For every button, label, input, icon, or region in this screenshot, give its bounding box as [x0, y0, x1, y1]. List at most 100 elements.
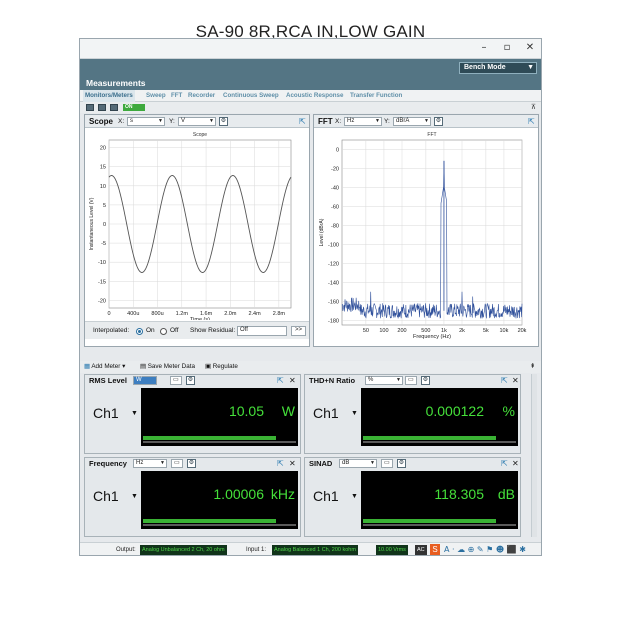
- tab-continuous-sweep[interactable]: Continuous Sweep: [223, 90, 279, 102]
- scope-x-unit-select[interactable]: s ▼: [127, 117, 165, 126]
- meter-popout-icon[interactable]: ⇱: [277, 375, 284, 386]
- scope-settings-icon[interactable]: ⚙: [219, 117, 228, 126]
- layout-single-icon[interactable]: [86, 104, 94, 111]
- meter-close-icon[interactable]: ✕: [289, 458, 296, 469]
- tab-acoustic-response[interactable]: Acoustic Response: [286, 90, 343, 102]
- tab-recorder[interactable]: Recorder: [188, 90, 215, 102]
- minimize-button[interactable]: –: [475, 41, 493, 55]
- x-tick-label: 5k: [483, 328, 489, 334]
- meter-popout-icon[interactable]: ⇱: [501, 375, 508, 386]
- add-meter-button[interactable]: ▦ Add Meter ▾: [84, 361, 125, 373]
- interpolated-off-radio[interactable]: [160, 328, 167, 335]
- show-residual-value: Off: [240, 327, 248, 333]
- collapse-icon[interactable]: ⊼: [531, 103, 536, 111]
- y-tick-label: -160: [328, 299, 339, 305]
- tab-sweep[interactable]: Sweep: [146, 90, 166, 102]
- meter-bar-track: [363, 524, 516, 526]
- close-button[interactable]: ✕: [521, 41, 539, 55]
- chart-title: Scope: [193, 132, 207, 138]
- meter-channel: Ch1: [313, 488, 339, 504]
- meter-thdn-ratio: THD+N Ratio % ▼ ▭ ⚙ ⇱ ✕ Ch1 ▼ 0.000122 %: [304, 374, 521, 454]
- chevron-down-icon[interactable]: ▼: [131, 493, 138, 500]
- meter-value: 118.305: [434, 486, 484, 502]
- meter-display: 10.05 W: [141, 388, 298, 446]
- meter-display: 1.00006 kHz: [141, 471, 298, 529]
- x-tick-label: 2.0m: [224, 311, 237, 317]
- fft-y-unit: dBrA: [396, 118, 410, 124]
- meter-toolbar: ▦ Add Meter ▾ ▤ Save Meter Data ▣ Regula…: [80, 361, 541, 373]
- generator-on-toggle[interactable]: ON: [123, 104, 145, 111]
- x-tick-label: 2.8m: [273, 311, 286, 317]
- input-value[interactable]: Analog Balanced 1 Ch, 200 kohm: [272, 545, 358, 555]
- y-tick-label: 5: [103, 203, 106, 209]
- meter-format-select[interactable]: ▭: [170, 376, 182, 385]
- fft-y-unit-select[interactable]: dBrA ▼: [393, 117, 431, 126]
- fft-settings-icon[interactable]: ⚙: [434, 117, 443, 126]
- meter-unit-select[interactable]: dB ▼: [339, 459, 377, 468]
- regulate-button[interactable]: ▣ Regulate: [205, 361, 238, 373]
- chevron-down-icon[interactable]: ▼: [131, 410, 138, 417]
- fft-x-label: X:: [335, 118, 342, 125]
- save-meter-data-button[interactable]: ▤ Save Meter Data: [140, 361, 195, 373]
- meter-level-bar: [363, 519, 497, 523]
- measurement-tabs: Monitors/Meters Sweep FFT Recorder Conti…: [80, 90, 541, 102]
- meter-settings-icon[interactable]: ⚙: [397, 459, 406, 468]
- tab-monitors-meters[interactable]: Monitors/Meters: [83, 90, 135, 102]
- meter-close-icon[interactable]: ✕: [512, 458, 519, 469]
- y-tick-label: -20: [331, 166, 339, 172]
- chevron-down-icon[interactable]: ▼: [351, 493, 358, 500]
- interpolated-on-radio[interactable]: [136, 328, 143, 335]
- meter-pin-icon[interactable]: ⇞: [530, 361, 535, 373]
- tray-icons[interactable]: A · ☁ ⊕ ✎ ⚑ ☻ ⬛ ✱: [444, 543, 526, 555]
- output-value[interactable]: Analog Unbalanced 2 Ch, 20 ohm: [140, 545, 227, 555]
- meters-scrollbar[interactable]: [531, 374, 537, 537]
- scope-y-unit-select[interactable]: V ▼: [178, 117, 216, 126]
- input-range[interactable]: 10.00 Vrms: [376, 545, 408, 555]
- chevron-down-icon[interactable]: ▼: [351, 410, 358, 417]
- bench-mode-select[interactable]: Bench Mode ▼: [459, 62, 537, 74]
- chevron-down-icon: ▼: [209, 118, 214, 124]
- meter-settings-icon[interactable]: ⚙: [186, 376, 195, 385]
- maximize-button[interactable]: ▫: [498, 41, 516, 55]
- layout-split-icon[interactable]: [98, 104, 106, 111]
- meter-value: 0.000122: [425, 403, 484, 419]
- meter-title: Frequency: [89, 459, 127, 468]
- layout-grid-icon[interactable]: [110, 104, 118, 111]
- meter-unit-select[interactable]: % ▼: [365, 376, 403, 385]
- meter-popout-icon[interactable]: ⇱: [501, 458, 508, 469]
- meter-settings-icon[interactable]: ⚙: [421, 376, 430, 385]
- meter-popout-icon[interactable]: ⇱: [277, 458, 284, 469]
- meter-format-select[interactable]: ▭: [171, 459, 183, 468]
- meter-close-icon[interactable]: ✕: [512, 375, 519, 386]
- fft-x-unit-select[interactable]: Hz ▼: [344, 117, 382, 126]
- chevron-down-icon: ▼: [160, 460, 165, 466]
- chevron-down-icon: ▼: [396, 377, 401, 383]
- meter-settings-icon[interactable]: ⚙: [187, 459, 196, 468]
- meter-level-bar: [143, 519, 277, 523]
- meter-bar-track: [363, 441, 516, 443]
- title-bar: – ▫ ✕: [80, 39, 541, 59]
- y-tick-label: -60: [331, 204, 339, 210]
- meter-unit-select[interactable]: Hz ▼: [133, 459, 167, 468]
- meter-format-select[interactable]: ▭: [381, 459, 393, 468]
- show-residual-select[interactable]: Off: [237, 326, 287, 336]
- meter-header: SINAD dB ▼ ▭ ⚙ ⇱ ✕: [305, 458, 520, 470]
- scope-popout-icon[interactable]: ⇱: [299, 116, 306, 127]
- y-tick-label: 10: [100, 184, 106, 190]
- meter-format-select[interactable]: ▭: [405, 376, 417, 385]
- regulate-label: Regulate: [212, 363, 238, 370]
- y-tick-label: -120: [328, 261, 339, 267]
- meter-close-icon[interactable]: ✕: [289, 375, 296, 386]
- x-tick-label: 100: [379, 328, 388, 334]
- meter-unit-select-value: Hz: [136, 460, 144, 466]
- meter-unit-select[interactable]: W: [133, 376, 157, 385]
- coupling-badge[interactable]: AC: [415, 545, 427, 555]
- meter-header: Frequency Hz ▼ ▭ ⚙ ⇱ ✕: [85, 458, 300, 470]
- fft-popout-icon[interactable]: ⇱: [528, 116, 535, 127]
- expand-options-button[interactable]: >>: [291, 326, 306, 336]
- meter-display: 118.305 dB: [361, 471, 518, 529]
- interpolated-off-label: Off: [170, 327, 179, 334]
- tab-transfer-function[interactable]: Transfer Function: [350, 90, 402, 102]
- tab-fft[interactable]: FFT: [171, 90, 182, 102]
- meter-title: THD+N Ratio: [309, 376, 356, 385]
